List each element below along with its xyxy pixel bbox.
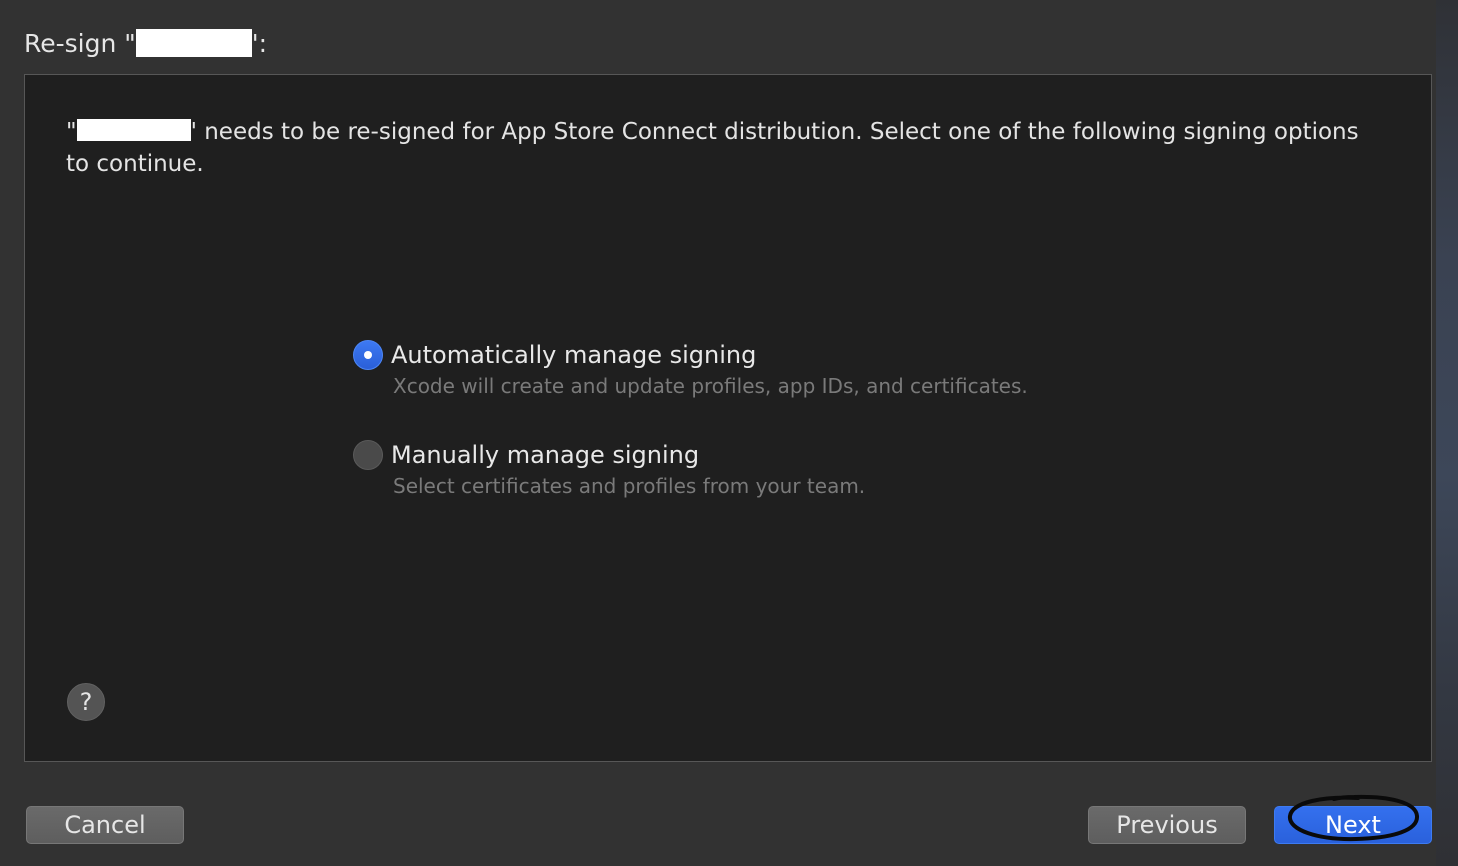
redacted-app-name-inline	[76, 119, 191, 141]
sheet-title: Re-sign " ':	[24, 26, 267, 60]
background-edge	[1436, 0, 1458, 866]
previous-button[interactable]: Previous	[1088, 806, 1246, 844]
message-text: ' needs to be re-signed for App Store Co…	[66, 119, 1359, 177]
signing-options-panel: " ' needs to be re-signed for App Store C…	[24, 74, 1432, 762]
manual-signing-label[interactable]: Manually manage signing	[391, 439, 699, 471]
automatic-signing-label[interactable]: Automatically manage signing	[391, 339, 756, 371]
help-button[interactable]: ?	[67, 683, 105, 721]
next-button-label: Next	[1325, 811, 1381, 839]
previous-button-label: Previous	[1116, 811, 1218, 839]
automatic-signing-description: Xcode will create and update profiles, a…	[393, 374, 1028, 398]
redacted-app-name	[135, 29, 252, 57]
sheet-title-suffix: ':	[251, 28, 268, 58]
manual-signing-radio[interactable]	[353, 440, 383, 470]
help-icon: ?	[79, 688, 93, 716]
message-prefix: "	[66, 119, 77, 145]
sheet-title-prefix: Re-sign "	[24, 28, 136, 58]
manual-signing-description: Select certificates and profiles from yo…	[393, 474, 866, 498]
cancel-button[interactable]: Cancel	[26, 806, 184, 844]
next-button[interactable]: Next	[1274, 806, 1432, 844]
resign-message: " ' needs to be re-signed for App Store C…	[66, 116, 1366, 180]
cancel-button-label: Cancel	[64, 811, 146, 839]
automatic-signing-radio[interactable]	[353, 340, 383, 370]
